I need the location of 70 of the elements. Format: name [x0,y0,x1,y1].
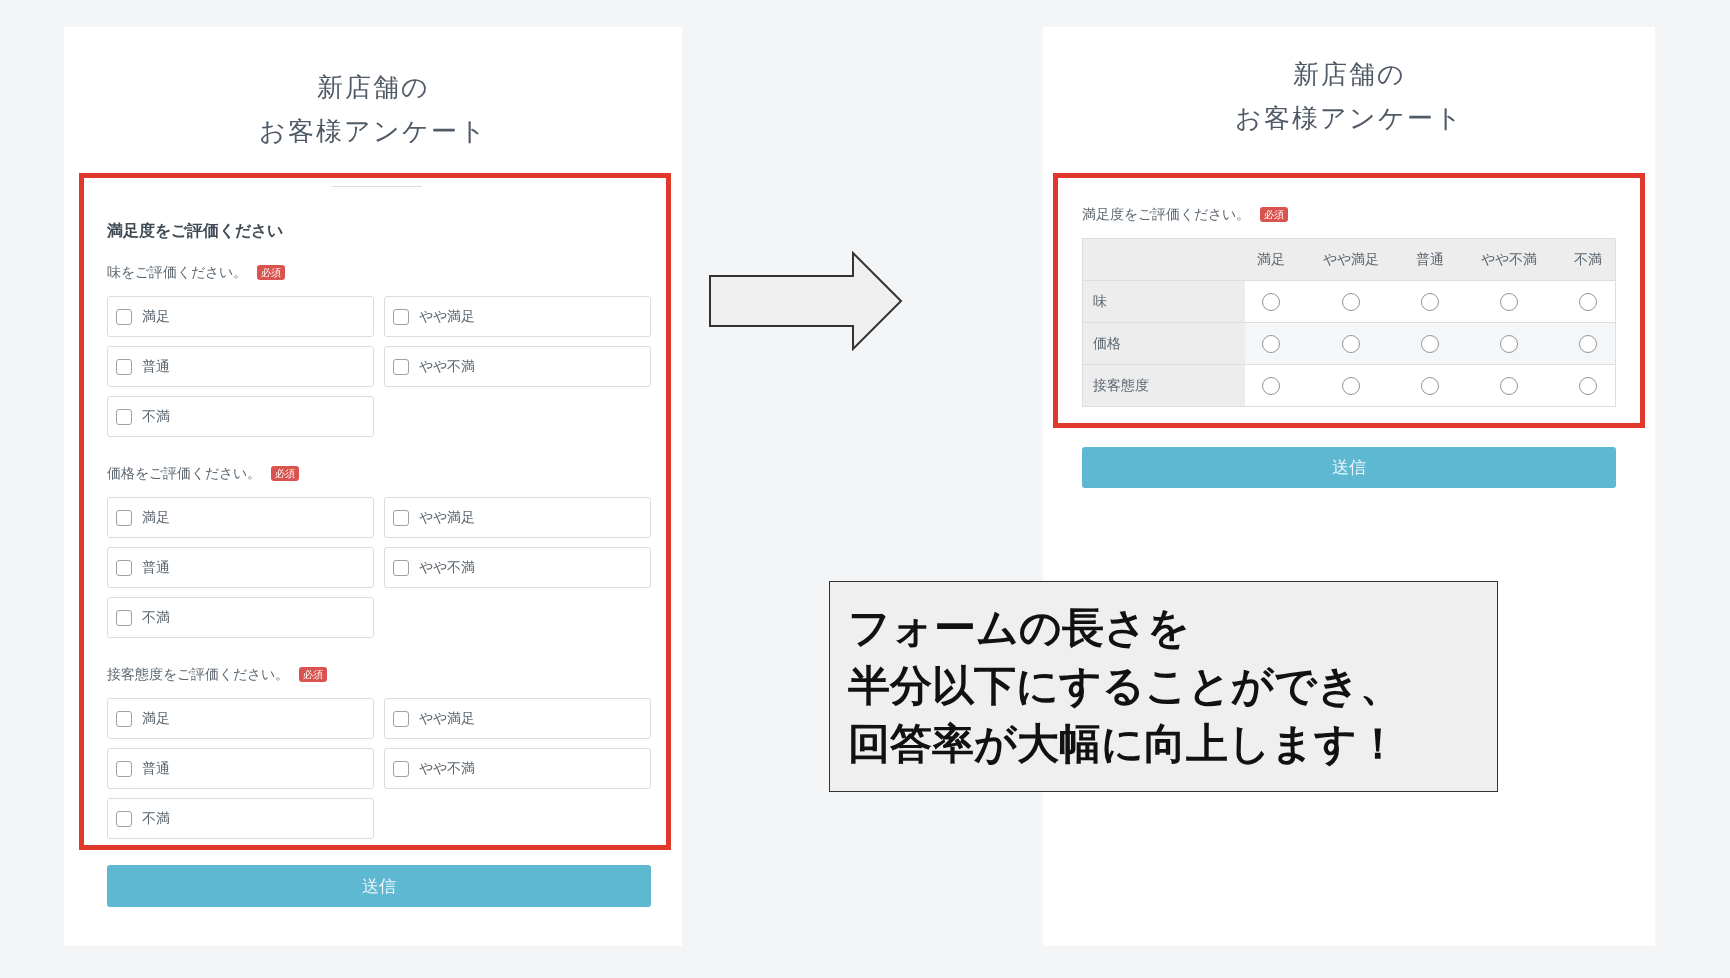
form-title: お客様アンケート [257,115,489,148]
checkbox-option[interactable]: 普通 [107,748,374,789]
radio-button[interactable] [1499,376,1518,395]
question-label: 価格をご評価ください。 [107,464,261,483]
right-arrow-icon [709,251,903,351]
checkbox[interactable] [116,509,132,526]
column-header: 満足 [1245,238,1298,281]
checkbox[interactable] [393,559,409,576]
checkbox-option[interactable]: 普通 [107,547,374,588]
row-label: 価格 [1082,322,1245,365]
checkbox-option[interactable]: 不満 [107,396,374,437]
question-label: 味をご評価ください。 [107,263,247,282]
checkbox-option[interactable]: やや満足 [384,698,651,739]
radio-button[interactable] [1579,334,1598,353]
section-heading: 満足度をご評価ください [107,220,284,242]
radio-button[interactable] [1420,334,1439,353]
radio-button[interactable] [1262,292,1281,311]
checkbox[interactable] [116,358,132,375]
checkbox[interactable] [116,308,132,325]
radio-button[interactable] [1499,292,1518,311]
checkbox-option[interactable]: やや満足 [384,497,651,538]
radio-button[interactable] [1262,376,1281,395]
radio-button[interactable] [1341,292,1360,311]
callout-text: 半分以下にすることができ、 [848,660,1403,712]
checkbox[interactable] [116,810,132,827]
column-header: やや満足 [1297,238,1404,281]
checkbox[interactable] [393,710,409,727]
checkbox-option[interactable]: 満足 [107,497,374,538]
radio-button[interactable] [1499,334,1518,353]
question-label: 接客態度をご評価ください。 [107,665,289,684]
checkbox-option[interactable]: 不満 [107,597,374,638]
radio-button[interactable] [1262,334,1281,353]
checkbox[interactable] [116,760,132,777]
checkbox[interactable] [393,760,409,777]
checkbox-option[interactable]: やや不満 [384,547,651,588]
checkbox-option[interactable]: やや不満 [384,346,651,387]
required-badge: 必須 [271,465,299,481]
callout-text: フォームの長さを [848,602,1191,654]
form-title: 新店舗の [1291,58,1407,91]
row-label: 味 [1082,280,1245,323]
radio-button[interactable] [1579,376,1598,395]
checkbox-option[interactable]: やや不満 [384,748,651,789]
form-title: 新店舗の [315,71,431,104]
checkbox[interactable] [116,408,132,425]
checkbox-option[interactable]: 不満 [107,798,374,839]
callout-text: 回答率が大幅に向上します！ [848,718,1400,770]
column-header: 不満 [1561,238,1616,281]
checkbox-option[interactable]: 満足 [107,296,374,337]
required-badge: 必須 [257,264,285,280]
checkbox-option[interactable]: 満足 [107,698,374,739]
row-label: 接客態度 [1082,364,1245,407]
checkbox[interactable] [116,559,132,576]
checkbox[interactable] [393,358,409,375]
radio-button[interactable] [1420,292,1439,311]
required-badge: 必須 [1260,206,1288,222]
checkbox-option[interactable]: やや満足 [384,296,651,337]
column-header: やや不満 [1456,238,1562,281]
radio-button[interactable] [1341,376,1360,395]
checkbox[interactable] [393,308,409,325]
checkbox[interactable] [393,509,409,526]
checkbox[interactable] [116,609,132,626]
checkbox-option[interactable]: 普通 [107,346,374,387]
column-header: 普通 [1403,238,1457,281]
radio-button[interactable] [1341,334,1360,353]
required-badge: 必須 [299,666,327,682]
radio-button[interactable] [1579,292,1598,311]
radio-button[interactable] [1420,376,1439,395]
form-title: お客様アンケート [1233,102,1465,135]
question-label: 満足度をご評価ください。 [1082,205,1250,224]
checkbox[interactable] [116,710,132,727]
